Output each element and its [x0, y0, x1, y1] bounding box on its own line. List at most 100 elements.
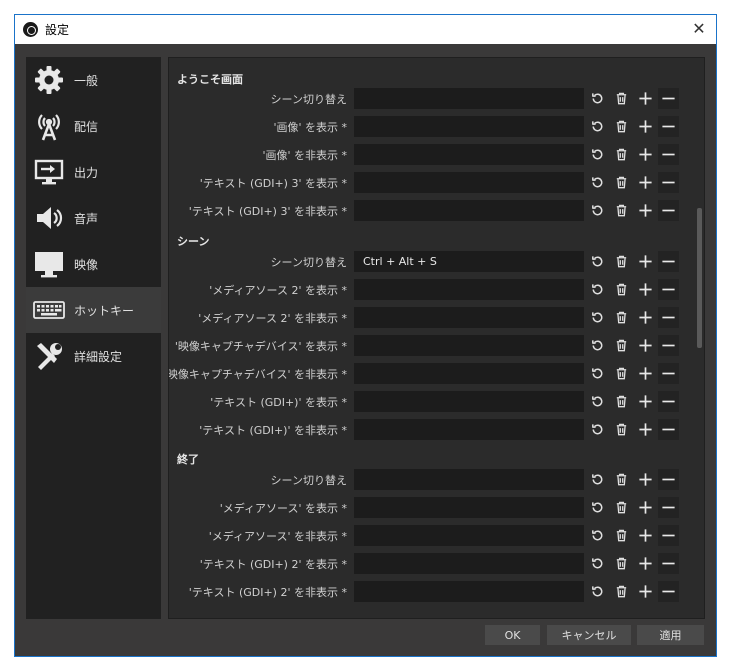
plus-icon[interactable] — [635, 172, 656, 193]
minus-icon[interactable] — [658, 419, 679, 440]
hotkey-input[interactable] — [354, 419, 584, 440]
revert-icon[interactable] — [587, 553, 608, 574]
revert-icon[interactable] — [587, 469, 608, 490]
hotkey-input[interactable] — [354, 88, 584, 109]
hotkey-input[interactable] — [354, 391, 584, 412]
minus-icon[interactable] — [658, 525, 679, 546]
hotkey-input[interactable]: Ctrl + Alt + S — [354, 251, 584, 272]
trash-icon[interactable] — [611, 581, 632, 602]
hotkey-list-panel[interactable]: ようこそ画面 シーン切り替え '画像' を表示 * '画像' を非表示 * 'テキスト … — [168, 57, 705, 619]
revert-icon[interactable] — [587, 172, 608, 193]
revert-icon[interactable] — [587, 144, 608, 165]
hotkey-input[interactable] — [354, 307, 584, 328]
hotkey-input[interactable] — [354, 363, 584, 384]
revert-icon[interactable] — [587, 88, 608, 109]
trash-icon[interactable] — [611, 553, 632, 574]
plus-icon[interactable] — [635, 335, 656, 356]
hotkey-input[interactable] — [354, 172, 584, 193]
minus-icon[interactable] — [658, 251, 679, 272]
plus-icon[interactable] — [635, 469, 656, 490]
hotkey-input[interactable] — [354, 525, 584, 546]
minus-icon[interactable] — [658, 363, 679, 384]
revert-icon[interactable] — [587, 200, 608, 221]
revert-icon[interactable] — [587, 525, 608, 546]
hotkey-input[interactable] — [354, 553, 584, 574]
trash-icon[interactable] — [611, 144, 632, 165]
plus-icon[interactable] — [635, 391, 656, 412]
trash-icon[interactable] — [611, 363, 632, 384]
plus-icon[interactable] — [635, 553, 656, 574]
trash-icon[interactable] — [611, 335, 632, 356]
plus-icon[interactable] — [635, 525, 656, 546]
revert-icon[interactable] — [587, 116, 608, 137]
minus-icon[interactable] — [658, 279, 679, 300]
trash-icon[interactable] — [611, 419, 632, 440]
trash-icon[interactable] — [611, 307, 632, 328]
hotkey-input[interactable] — [354, 581, 584, 602]
minus-icon[interactable] — [658, 391, 679, 412]
revert-icon[interactable] — [587, 419, 608, 440]
minus-icon[interactable] — [658, 88, 679, 109]
plus-icon[interactable] — [635, 116, 656, 137]
plus-icon[interactable] — [635, 363, 656, 384]
trash-icon[interactable] — [611, 469, 632, 490]
hotkey-row: '画像' を非表示 * — [169, 144, 689, 166]
trash-icon[interactable] — [611, 200, 632, 221]
scrollbar-thumb[interactable] — [697, 208, 702, 348]
sidebar-item-hotkeys[interactable]: ホットキー — [26, 287, 161, 333]
hotkey-input[interactable] — [354, 116, 584, 137]
trash-icon[interactable] — [611, 497, 632, 518]
trash-icon[interactable] — [611, 279, 632, 300]
hotkey-input[interactable] — [354, 144, 584, 165]
hotkey-input[interactable] — [354, 497, 584, 518]
revert-icon[interactable] — [587, 307, 608, 328]
minus-icon[interactable] — [658, 469, 679, 490]
minus-icon[interactable] — [658, 116, 679, 137]
minus-icon[interactable] — [658, 581, 679, 602]
trash-icon[interactable] — [611, 88, 632, 109]
minus-icon[interactable] — [658, 497, 679, 518]
plus-icon[interactable] — [635, 279, 656, 300]
close-icon[interactable]: ✕ — [688, 19, 710, 39]
trash-icon[interactable] — [611, 391, 632, 412]
hotkey-label: '映像キャプチャデバイス' を非表示 * — [168, 368, 347, 381]
sidebar-item-stream[interactable]: 配信 — [26, 103, 161, 149]
minus-icon[interactable] — [658, 200, 679, 221]
minus-icon[interactable] — [658, 335, 679, 356]
sidebar-item-video[interactable]: 映像 — [26, 241, 161, 287]
plus-icon[interactable] — [635, 419, 656, 440]
sidebar-item-output[interactable]: 出力 — [26, 149, 161, 195]
hotkey-input[interactable] — [354, 279, 584, 300]
plus-icon[interactable] — [635, 200, 656, 221]
plus-icon[interactable] — [635, 497, 656, 518]
sidebar-item-advanced[interactable]: 詳細設定 — [26, 333, 161, 379]
trash-icon[interactable] — [611, 251, 632, 272]
revert-icon[interactable] — [587, 363, 608, 384]
revert-icon[interactable] — [587, 391, 608, 412]
trash-icon[interactable] — [611, 172, 632, 193]
minus-icon[interactable] — [658, 172, 679, 193]
plus-icon[interactable] — [635, 88, 656, 109]
revert-icon[interactable] — [587, 279, 608, 300]
plus-icon[interactable] — [635, 307, 656, 328]
sidebar-item-general[interactable]: 一般 — [26, 57, 161, 103]
plus-icon[interactable] — [635, 581, 656, 602]
hotkey-input[interactable] — [354, 200, 584, 221]
minus-icon[interactable] — [658, 553, 679, 574]
trash-icon[interactable] — [611, 525, 632, 546]
plus-icon[interactable] — [635, 144, 656, 165]
ok-button[interactable]: OK — [485, 625, 540, 645]
plus-icon[interactable] — [635, 251, 656, 272]
revert-icon[interactable] — [587, 335, 608, 356]
revert-icon[interactable] — [587, 251, 608, 272]
apply-button[interactable]: 適用 — [637, 625, 704, 645]
hotkey-input[interactable] — [354, 335, 584, 356]
trash-icon[interactable] — [611, 116, 632, 137]
sidebar-item-audio[interactable]: 音声 — [26, 195, 161, 241]
minus-icon[interactable] — [658, 307, 679, 328]
cancel-button[interactable]: キャンセル — [547, 625, 631, 645]
revert-icon[interactable] — [587, 497, 608, 518]
hotkey-input[interactable] — [354, 469, 584, 490]
revert-icon[interactable] — [587, 581, 608, 602]
minus-icon[interactable] — [658, 144, 679, 165]
